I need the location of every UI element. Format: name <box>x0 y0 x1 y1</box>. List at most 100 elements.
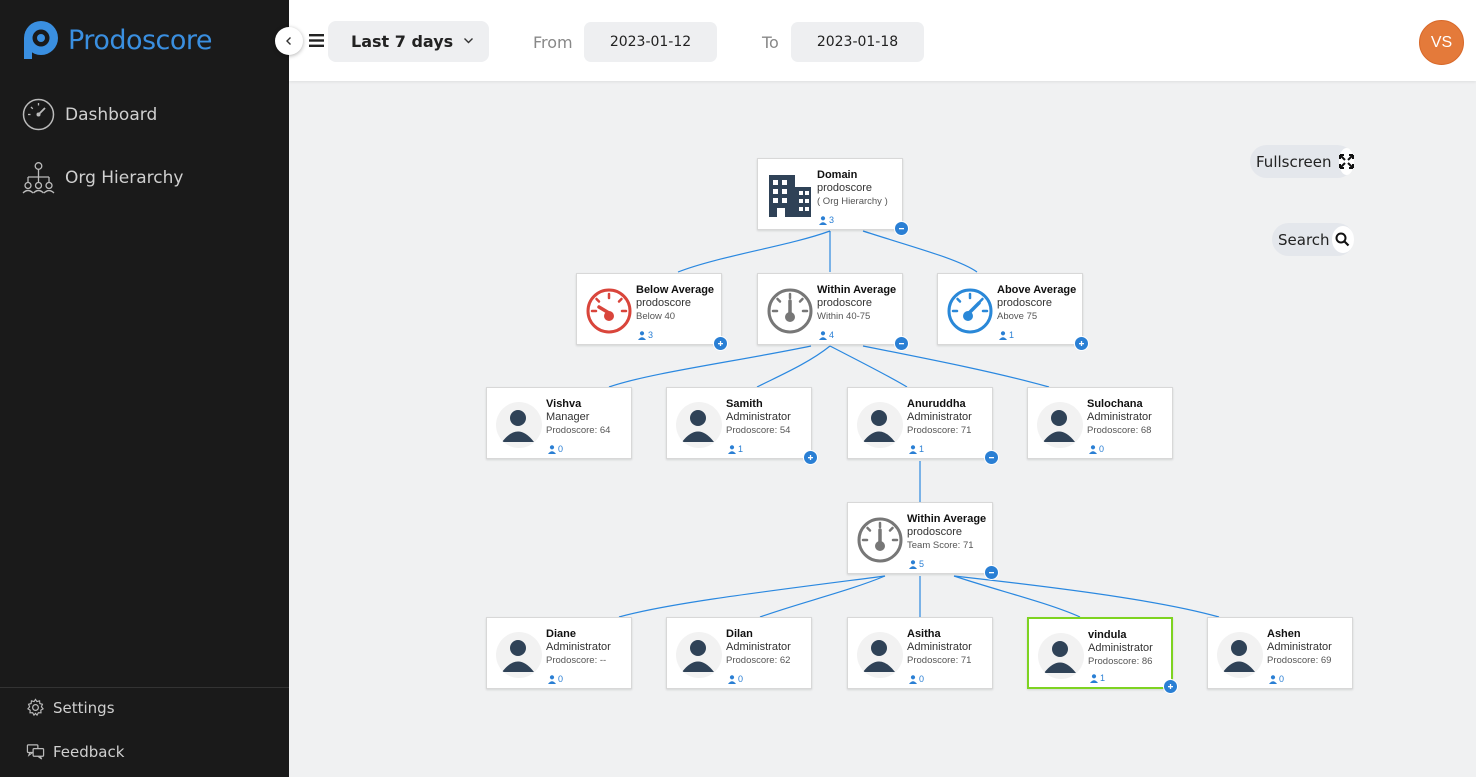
node-count: 0 <box>548 674 563 684</box>
user-avatar-icon <box>676 632 722 678</box>
sidebar-item-dashboard[interactable]: Dashboard <box>22 98 157 131</box>
minus-icon <box>989 457 994 459</box>
node-team-within-average[interactable]: Within Average prodoscore Team Score: 71… <box>847 502 999 580</box>
node-count: 5 <box>909 559 924 569</box>
node-ashen[interactable]: Ashen Administrator Prodoscore: 69 0 <box>1207 617 1353 689</box>
node-count: 1 <box>1090 673 1105 683</box>
node-title: vindula <box>1088 629 1127 641</box>
chevron-left-icon <box>286 37 291 45</box>
node-domain[interactable]: Domain prodoscore ( Org Hierarchy ) 3 <box>757 158 909 236</box>
node-count: 1 <box>728 444 743 454</box>
sidebar-item-settings[interactable]: Settings <box>26 698 115 717</box>
node-anuruddha[interactable]: Anuruddha Administrator Prodoscore: 71 1 <box>847 387 999 465</box>
plus-icon <box>718 341 723 346</box>
minus-icon <box>899 228 904 230</box>
node-detail: Prodoscore: 69 <box>1267 655 1332 666</box>
person-icon <box>728 674 736 684</box>
node-detail: Within 40-75 <box>817 311 871 322</box>
user-avatar-icon <box>496 402 542 448</box>
user-avatar-icon <box>1037 402 1083 448</box>
to-label: To <box>762 33 779 52</box>
node-title: Samith <box>726 398 763 410</box>
hamburger-menu-icon[interactable] <box>309 34 324 47</box>
user-avatar-icon <box>1038 633 1084 679</box>
node-sulochana[interactable]: Sulochana Administrator Prodoscore: 68 0 <box>1027 387 1173 459</box>
org-chart-canvas[interactable]: Fullscreen Search Domain prodoscore (Or… <box>289 81 1476 777</box>
node-title: Within Average <box>817 284 897 296</box>
expand-node-button[interactable] <box>803 450 818 465</box>
person-icon <box>909 444 917 454</box>
from-date-field[interactable]: 2023-01-12 <box>584 22 717 62</box>
person-icon <box>909 674 917 684</box>
node-subtitle: prodoscore <box>907 526 963 538</box>
node-title: Sulochana <box>1087 398 1143 410</box>
node-within-average[interactable]: Within Average prodoscore Within 40-75 4 <box>757 273 909 351</box>
node-subtitle: Manager <box>546 411 590 423</box>
expand-node-button[interactable] <box>1163 679 1178 694</box>
user-avatar-icon <box>1217 632 1263 678</box>
brand-logo[interactable]: Prodoscore <box>22 20 213 60</box>
user-avatar-icon <box>676 402 722 448</box>
gear-icon <box>27 698 44 717</box>
minus-icon <box>989 572 994 574</box>
user-avatar-icon <box>496 632 542 678</box>
node-subtitle: Administrator <box>726 411 791 423</box>
expand-node-button[interactable] <box>713 336 728 351</box>
node-vishva[interactable]: Vishva Manager Prodoscore: 64 0 <box>486 387 632 459</box>
minus-icon <box>899 343 904 345</box>
gauge-icon <box>857 517 903 563</box>
to-date-field[interactable]: 2023-01-18 <box>791 22 924 62</box>
date-range-select[interactable]: Last 7 days <box>328 21 489 62</box>
node-detail: Prodoscore: 86 <box>1088 656 1153 667</box>
node-subtitle: Administrator <box>907 411 972 423</box>
node-count: 1 <box>999 330 1014 340</box>
person-icon <box>1089 444 1097 454</box>
node-title: Diane <box>546 628 576 640</box>
node-asitha[interactable]: Asitha Administrator Prodoscore: 71 0 <box>847 617 993 689</box>
gauge-icon <box>947 288 993 334</box>
node-title: Above Average <box>997 284 1077 296</box>
person-icon <box>909 559 917 569</box>
node-subtitle: prodoscore <box>817 182 873 194</box>
node-diane[interactable]: Diane Administrator Prodoscore: -- 0 <box>486 617 632 689</box>
node-subtitle: prodoscore <box>817 297 873 309</box>
node-vindula[interactable]: vindula Administrator Prodoscore: 86 1 <box>1027 617 1178 694</box>
node-count: 3 <box>638 330 653 340</box>
node-count: 0 <box>1269 674 1284 684</box>
node-below-average[interactable]: Below Average prodoscore Below 40 3 <box>576 273 728 351</box>
sidebar-item-org-hierarchy[interactable]: Org Hierarchy <box>22 161 183 194</box>
collapse-node-button[interactable] <box>894 336 909 351</box>
from-label: From <box>533 33 573 52</box>
building-icon <box>769 175 811 217</box>
node-detail: Prodoscore: 62 <box>726 655 791 666</box>
node-subtitle: Administrator <box>907 641 972 653</box>
node-count: 3 <box>819 215 834 225</box>
node-detail: Above 75 <box>997 311 1038 322</box>
node-detail: ( Org Hierarchy ) <box>817 196 888 207</box>
node-detail: Below 40 <box>636 311 676 322</box>
node-count: 0 <box>548 444 563 454</box>
gauge-icon <box>767 288 813 334</box>
user-avatar[interactable]: VS <box>1419 20 1464 65</box>
collapse-node-button[interactable] <box>894 221 909 236</box>
node-title: Below Average <box>636 284 715 296</box>
node-subtitle: prodoscore <box>636 297 692 309</box>
person-icon <box>1090 673 1098 683</box>
node-detail: Prodoscore: 64 <box>546 425 611 436</box>
node-count: 4 <box>819 330 834 340</box>
node-above-average[interactable]: Above Average prodoscore Above 75 1 <box>937 273 1089 351</box>
collapse-node-button[interactable] <box>984 450 999 465</box>
person-icon <box>1269 674 1277 684</box>
plus-icon <box>808 455 813 460</box>
node-samith[interactable]: Samith Administrator Prodoscore: 54 1 <box>666 387 818 465</box>
sidebar-item-label: Settings <box>53 698 115 717</box>
collapse-sidebar-button[interactable] <box>275 27 303 55</box>
plus-icon <box>1079 341 1084 346</box>
expand-node-button[interactable] <box>1074 336 1089 351</box>
collapse-node-button[interactable] <box>984 565 999 580</box>
user-avatar-icon <box>857 632 903 678</box>
node-count: 0 <box>909 674 924 684</box>
node-count: 0 <box>1089 444 1104 454</box>
node-dilan[interactable]: Dilan Administrator Prodoscore: 62 0 <box>666 617 812 689</box>
sidebar-item-feedback[interactable]: Feedback <box>26 742 124 761</box>
